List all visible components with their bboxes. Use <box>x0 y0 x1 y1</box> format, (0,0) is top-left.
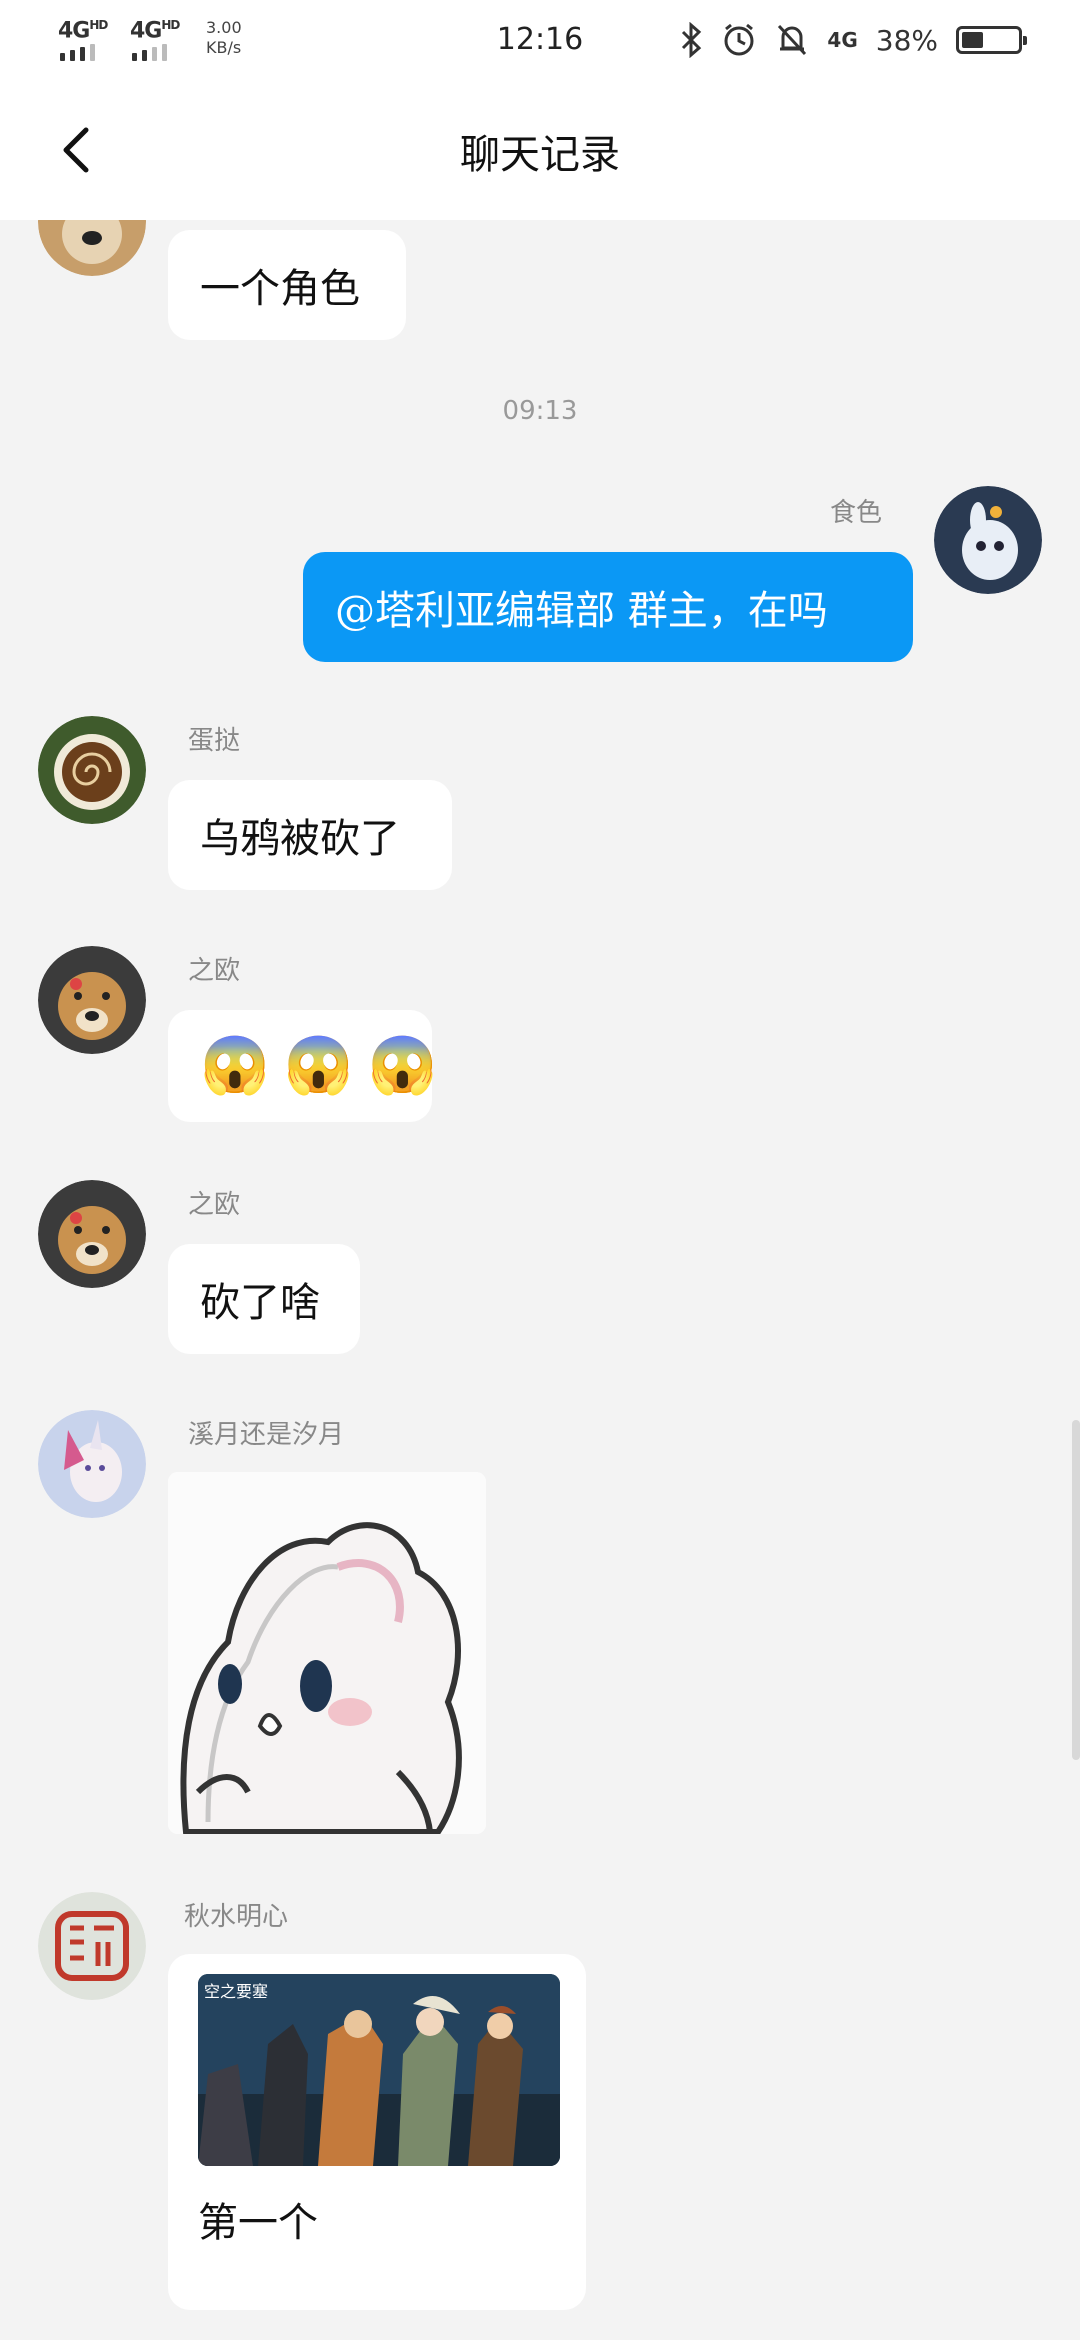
mobile-data-icon: 4G <box>827 28 858 52</box>
timestamp: 09:13 <box>502 396 578 426</box>
message-bubble[interactable]: 一个角色 <box>168 230 406 340</box>
scream-emoji-icon: 😱 <box>283 1033 354 1098</box>
message-bubble[interactable]: 乌鸦被砍了 <box>168 780 452 890</box>
scream-emoji-icon: 😱 <box>200 1033 270 1098</box>
sender-name: 食色 <box>830 498 883 528</box>
avatar[interactable] <box>934 486 1042 594</box>
message-bubble[interactable]: 砍了啥 <box>168 1244 360 1354</box>
message-bubble[interactable]: 😱 😱 😱 <box>168 1010 437 1122</box>
battery-icon <box>956 26 1027 54</box>
status-bar: 4GHD 4GHD 3.00 KB/s 12:16 4G 38% <box>0 0 1080 80</box>
avatar[interactable] <box>38 1180 146 1288</box>
avatar[interactable] <box>38 946 146 1054</box>
scream-emoji-icon: 😱 <box>367 1033 438 1098</box>
sender-name: 秋水明心 <box>184 1902 289 1932</box>
message-bubble[interactable]: 空之要塞 第一个 <box>168 1954 586 2310</box>
alarm-icon <box>724 23 754 56</box>
sender-name: 之欧 <box>188 956 241 986</box>
image-logo-text: 空之要塞 <box>204 1982 269 2001</box>
sticker-image[interactable] <box>168 1472 486 1834</box>
status-icons: 4G 38% <box>679 22 1027 58</box>
avatar[interactable] <box>38 220 146 276</box>
avatar[interactable] <box>38 1410 146 1518</box>
mute-bell-icon <box>778 24 807 56</box>
avatar[interactable] <box>38 716 146 824</box>
message-bubble-self[interactable]: @塔利亚编辑部 群主，在吗 <box>303 552 913 662</box>
page-title: 聊天记录 <box>460 132 620 178</box>
bluetooth-icon <box>682 22 702 58</box>
shared-image[interactable]: 空之要塞 <box>198 1974 560 2166</box>
battery-percent: 38% <box>875 23 938 57</box>
chat-history[interactable]: 一个角色 09:13 食色 @塔利亚编辑部 群主，在吗 蛋挞 乌鸦被砍了 之欧 … <box>0 220 1080 2340</box>
game-artwork-image <box>198 1974 560 2166</box>
bunny-sticker-icon <box>168 1472 486 1834</box>
sender-name: 之欧 <box>188 1190 241 1220</box>
title-bar: 聊天记录 <box>0 80 1080 220</box>
avatar[interactable] <box>38 1892 146 2000</box>
scrollbar[interactable] <box>1072 1420 1080 1760</box>
message-text: 第一个 <box>198 2200 318 2246</box>
sender-name: 溪月还是汐月 <box>188 1420 345 1450</box>
sender-name: 蛋挞 <box>188 726 241 756</box>
